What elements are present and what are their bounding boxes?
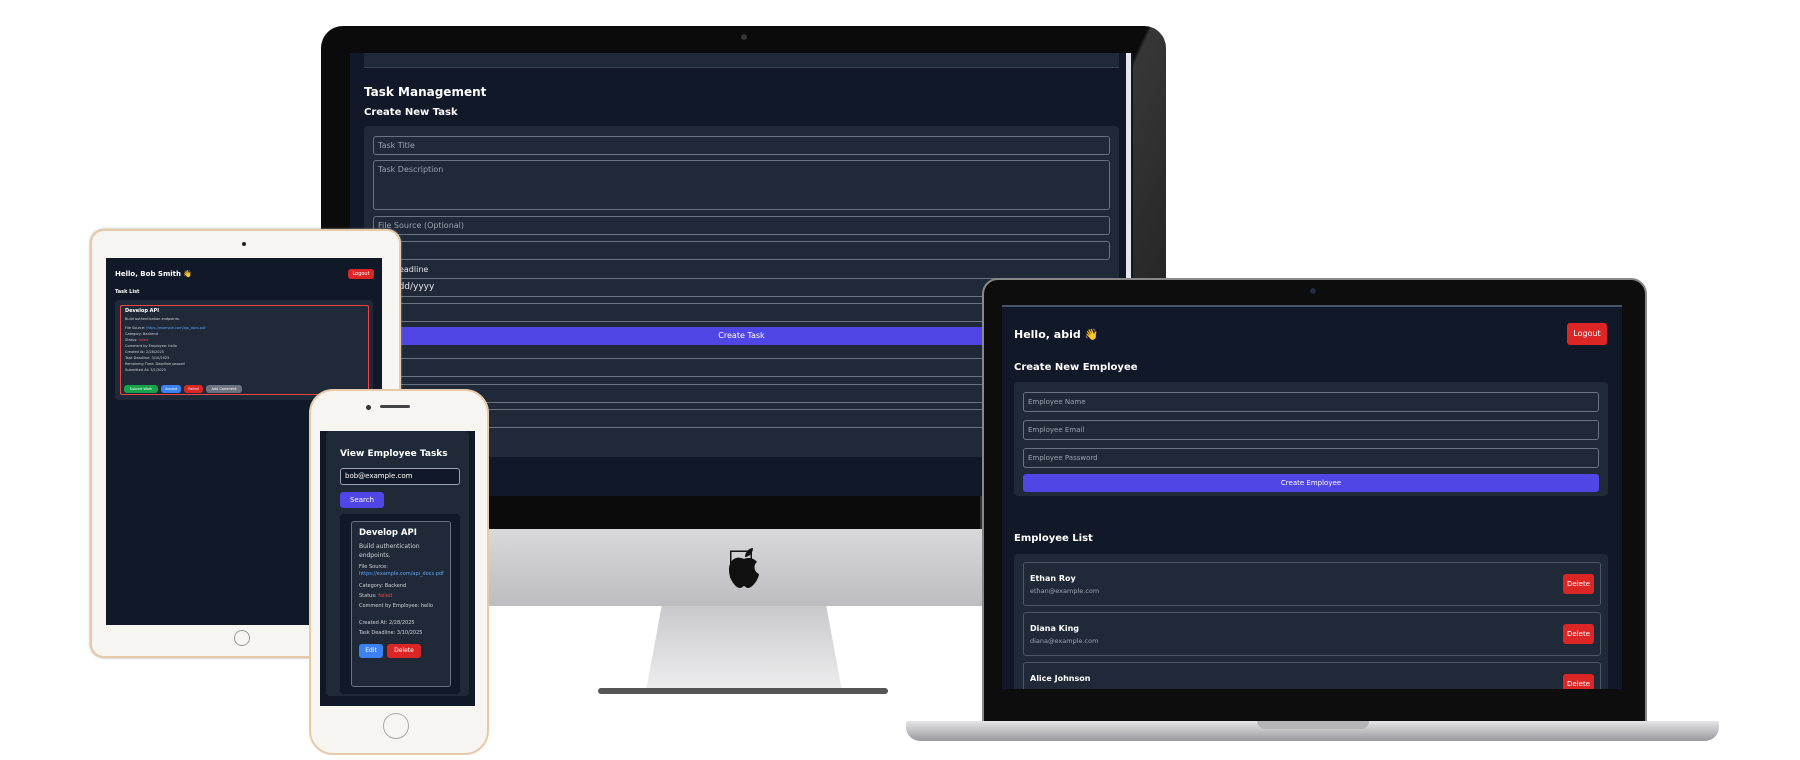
task-description: Build authentication endpoints. xyxy=(359,543,420,559)
task-title: Develop API xyxy=(359,528,417,538)
task-status: Status: failed xyxy=(125,338,148,343)
task-category: Category: Backend xyxy=(359,583,407,589)
file-label: File Source: xyxy=(125,326,146,330)
laptop-top-border xyxy=(1002,305,1622,307)
email-search-input[interactable]: bob@example.com xyxy=(340,468,460,485)
status-label: Status: xyxy=(125,338,138,342)
laptop-logout-button[interactable]: Logout xyxy=(1567,323,1607,345)
imac-camera xyxy=(741,34,747,40)
status-badge: failed xyxy=(138,338,149,342)
employee-row: Diana King diana@example.com Delete xyxy=(1023,612,1601,656)
ipad-task-card: Develop API Build authentication endpoin… xyxy=(120,305,369,395)
ipad-logout-button[interactable]: Logout xyxy=(348,269,374,279)
task-file-source: File Source: https://example.com/api_doc… xyxy=(125,326,206,331)
task-comment: Comment by Employee: hello xyxy=(125,344,177,348)
employee-password-input[interactable]: Employee Password xyxy=(1023,448,1599,468)
create-employee-title: Create New Employee xyxy=(1014,362,1138,373)
employee-name-input[interactable]: Employee Name xyxy=(1023,392,1599,412)
employee-row: Ethan Roy ethan@example.com Delete xyxy=(1023,562,1601,606)
add-comment-button[interactable]: Add Comment xyxy=(206,385,242,393)
task-status: Status: failed xyxy=(359,593,392,600)
task-description: Build authentication endpoints. xyxy=(125,317,180,321)
delete-employee-button[interactable]: Delete xyxy=(1563,574,1594,594)
task-created: Created At: 2/28/2025 xyxy=(359,620,415,626)
section-title: Task Management xyxy=(364,85,487,99)
ipad-home-button[interactable] xyxy=(234,630,250,646)
employee-email-input[interactable]: Employee Email xyxy=(1023,420,1599,440)
imac-stand-base xyxy=(598,688,888,694)
delete-button[interactable]: Delete xyxy=(387,644,421,658)
task-title-input[interactable]: Task Title xyxy=(373,136,1110,155)
employee-name: Ethan Roy xyxy=(1030,574,1076,583)
file-source-input[interactable]: File Source (Optional) xyxy=(373,216,1110,235)
task-file-source: File Source: https://example.com/api_docs… xyxy=(359,564,447,578)
apple-logo-shape xyxy=(729,548,759,588)
search-button[interactable]: Search xyxy=(340,492,384,508)
employee-name: Alice Johnson xyxy=(1030,674,1091,683)
category-input[interactable] xyxy=(373,241,1110,260)
task-submitted: Submitted At: 3/1/2025 xyxy=(125,368,166,372)
employee-list-panel: Ethan Roy ethan@example.com Delete Diana… xyxy=(1014,554,1608,689)
laptop-screen: Hello, abid 👋 Logout Create New Employee… xyxy=(1002,305,1622,689)
iphone-title: View Employee Tasks xyxy=(340,449,448,459)
task-deadline: Task Deadline: 3/10/2025 xyxy=(359,630,423,636)
edit-button[interactable]: Edit xyxy=(359,644,383,658)
create-employee-button[interactable]: Create Employee xyxy=(1023,474,1599,492)
iphone-screen: View Employee Tasks bob@example.com Sear… xyxy=(320,431,475,706)
file-label: File Source: xyxy=(359,564,388,570)
employee-row: Alice Johnson Delete xyxy=(1023,662,1601,689)
form-title: Create New Task xyxy=(364,107,458,118)
ipad-greeting: Hello, Bob Smith 👋 xyxy=(115,270,193,278)
laptop-notch xyxy=(1257,721,1369,729)
laptop-camera xyxy=(1310,288,1316,294)
employee-email: ethan@example.com xyxy=(1030,587,1100,595)
ipad-task-panel: Develop API Build authentication endpoin… xyxy=(115,300,373,400)
accept-button[interactable]: Accept xyxy=(161,385,181,393)
ipad-task-list-title: Task List xyxy=(115,289,140,295)
iphone-home-button[interactable] xyxy=(383,713,409,739)
top-divider xyxy=(364,53,1119,68)
create-employee-panel: Employee Name Employee Email Employee Pa… xyxy=(1014,382,1608,496)
task-comment: Comment by Employee: hello xyxy=(359,603,433,609)
status-badge: failed xyxy=(378,593,393,599)
status-label: Status: xyxy=(359,593,377,599)
laptop-greeting: Hello, abid 👋 xyxy=(1014,328,1099,341)
employee-list-title: Employee List xyxy=(1014,533,1093,544)
delete-employee-button[interactable]: Delete xyxy=(1563,624,1594,644)
submit-work-button[interactable]: Submit Work xyxy=(124,385,158,393)
task-created: Created At: 2/28/2025 xyxy=(125,350,164,354)
delete-employee-button[interactable]: Delete xyxy=(1563,674,1594,689)
failed-button[interactable]: Failed xyxy=(184,385,203,393)
iphone-speaker xyxy=(380,405,410,408)
ipad-camera xyxy=(242,242,246,246)
employee-email: diana@example.com xyxy=(1030,637,1099,645)
imac-stand xyxy=(646,606,842,691)
task-remaining: Remaining Time: Deadline passed xyxy=(125,362,185,366)
employee-name: Diana King xyxy=(1030,624,1080,633)
task-title: Develop API xyxy=(125,308,160,314)
file-link[interactable]: https://example.com/api_docs.pdf xyxy=(146,326,205,330)
task-description-input[interactable]: Task Description xyxy=(373,160,1110,210)
task-category: Category: Backend xyxy=(125,332,158,336)
iphone-front-camera xyxy=(366,405,371,410)
iphone-task-card: Develop API Build authentication endpoin… xyxy=(351,521,451,687)
task-deadline: Task Deadline: 3/10/2025 xyxy=(125,356,170,360)
file-link[interactable]: https://example.com/api_docs.pdf xyxy=(359,571,447,578)
